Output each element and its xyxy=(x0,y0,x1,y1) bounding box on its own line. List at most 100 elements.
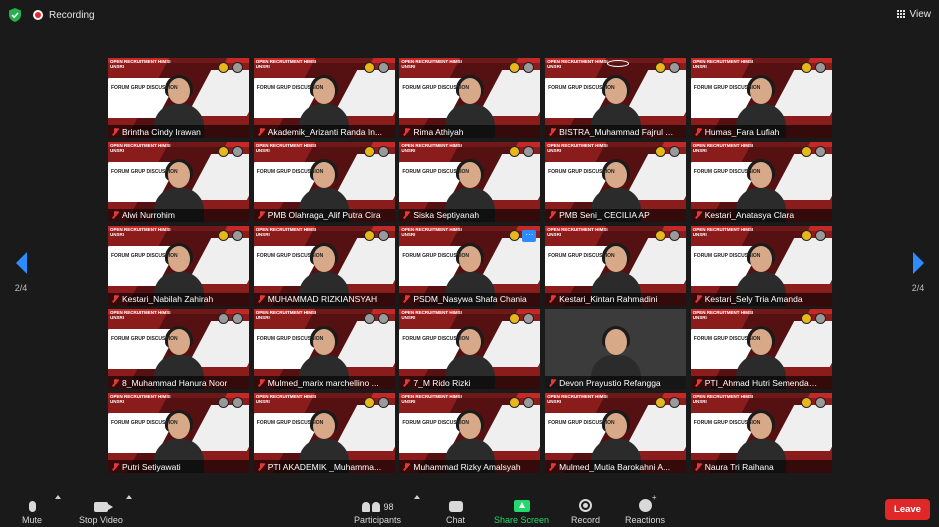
background-forum-text: FORUM GRUP DISCUSSION xyxy=(111,252,178,259)
participant-tile[interactable]: OPEN RECRUITMENT HIMSI UNSRI FORUM GRUP D… xyxy=(545,58,687,138)
background-header-text: OPEN RECRUITMENT HIMSI UNSRI xyxy=(255,310,317,321)
logo-icon xyxy=(655,397,667,409)
organization-logos xyxy=(655,229,681,241)
background-header-text: OPEN RECRUITMENT HIMSI UNSRI xyxy=(110,59,171,69)
organization-logos xyxy=(800,397,826,409)
participant-namebar: Brintha Cindy Irawan xyxy=(108,125,249,138)
reactions-button[interactable]: Reactions xyxy=(625,493,665,525)
participant-tile[interactable]: OPEN RECRUITMENT HIMSI UNSRI FORUM GRUP D… xyxy=(399,225,541,306)
background-forum-text: FORUM GRUP DISCUSSION xyxy=(548,252,615,259)
participant-tile[interactable]: OPEN RECRUITMENT HIMSI UNSRI FORUM GRUP D… xyxy=(253,309,395,390)
participant-tile[interactable]: OPEN RECRUITMENT HIMSI UNSRI FORUM GRUP D… xyxy=(690,393,832,474)
participant-tile[interactable]: OPEN RECRUITMENT HIMSI UNSRI FORUM GRUP D… xyxy=(690,309,832,390)
chat-button[interactable]: Chat xyxy=(446,496,465,525)
background-header-text: OPEN RECRUITMENT HIMSI UNSRI xyxy=(401,59,462,69)
background-forum-text: FORUM GRUP DISCUSSION xyxy=(693,252,761,259)
previous-page-button[interactable]: 2/4 xyxy=(11,252,31,293)
background-header-text: OPEN RECRUITMENT HIMSI UNSRI xyxy=(401,226,462,237)
share-screen-icon xyxy=(513,500,530,512)
logo-icon xyxy=(232,313,243,325)
participant-tile[interactable]: OPEN RECRUITMENT HIMSI UNSRI FORUM GRUP D… xyxy=(253,58,395,138)
participant-name: Humas_Fara Lufiah xyxy=(704,126,780,137)
participant-tile[interactable]: OPEN RECRUITMENT HIMSI UNSRI FORUM GRUP D… xyxy=(690,58,832,138)
participant-name: MUHAMMAD RIZKIANSYAH xyxy=(267,294,378,305)
participant-tile[interactable]: OPEN RECRUITMENT HIMSI UNSRI FORUM GRUP D… xyxy=(253,225,395,306)
background-forum-text: FORUM GRUP DISCUSSION xyxy=(693,336,761,343)
logo-icon xyxy=(509,145,521,157)
participants-icon xyxy=(361,502,380,512)
participant-tile[interactable]: OPEN RECRUITMENT HIMSI UNSRI FORUM GRUP D… xyxy=(108,225,249,306)
background-forum-text: FORUM GRUP DISCUSSION xyxy=(402,252,469,259)
view-label: View xyxy=(909,8,932,20)
next-page-button[interactable]: 2/4 xyxy=(908,252,928,293)
logo-icon xyxy=(814,397,826,409)
participants-button[interactable]: 98 Participants xyxy=(354,496,401,525)
logo-icon xyxy=(669,62,681,73)
participant-tile[interactable]: OPEN RECRUITMENT HIMSI UNSRI FORUM GRUP D… xyxy=(545,393,687,474)
view-button[interactable]: View xyxy=(896,6,932,22)
muted-mic-icon xyxy=(258,211,265,219)
participants-options-caret[interactable] xyxy=(414,495,420,499)
participant-tile[interactable]: OPEN RECRUITMENT HIMSI UNSRI FORUM GRUP D… xyxy=(253,393,395,474)
record-button[interactable]: Record xyxy=(571,496,600,525)
participant-name: Alwi Nurrohim xyxy=(122,210,175,221)
participant-tile[interactable]: OPEN RECRUITMENT HIMSI UNSRI FORUM GRUP D… xyxy=(399,309,541,390)
logo-icon xyxy=(669,229,681,241)
participant-tile[interactable]: OPEN RECRUITMENT HIMSI UNSRI FORUM GRUP D… xyxy=(545,141,687,222)
participant-tile[interactable]: OPEN RECRUITMENT HIMSI UNSRI FORUM GRUP D… xyxy=(690,225,832,306)
muted-mic-icon xyxy=(258,378,265,387)
mute-button[interactable]: Mute xyxy=(22,496,42,525)
background-forum-text: FORUM GRUP DISCUSSION xyxy=(256,420,324,427)
logo-icon xyxy=(800,145,812,157)
participant-tile[interactable]: OPEN RECRUITMENT HIMSI UNSRI FORUM GRUP D… xyxy=(690,141,832,222)
participant-tile[interactable]: OPEN RECRUITMENT HIMSI UNSRI FORUM GRUP D… xyxy=(108,309,249,390)
participant-name: Mulmed_marix marchellino ... xyxy=(267,377,379,388)
page-indicator-right: 2/4 xyxy=(911,283,925,293)
participant-tile[interactable]: OPEN RECRUITMENT HIMSI UNSRI FORUM GRUP D… xyxy=(399,58,541,138)
participant-tile[interactable]: OPEN RECRUITMENT HIMSI UNSRI FORUM GRUP D… xyxy=(545,225,687,306)
organization-logos xyxy=(509,397,535,409)
logo-icon xyxy=(509,397,521,409)
participant-tile[interactable]: OPEN RECRUITMENT HIMSI UNSRI FORUM GRUP D… xyxy=(108,393,249,474)
background-header-text: OPEN RECRUITMENT HIMSI UNSRI xyxy=(547,226,608,237)
stop-video-button[interactable]: Stop Video xyxy=(79,496,123,525)
logo-icon xyxy=(377,62,389,73)
stop-video-label: Stop Video xyxy=(79,515,123,525)
participant-namebar: MUHAMMAD RIZKIANSYAH xyxy=(253,292,395,306)
background-header-text: OPEN RECRUITMENT HIMSI UNSRI xyxy=(692,59,754,69)
participant-namebar: Siska Septiyanah xyxy=(399,208,541,222)
participant-tile[interactable]: OPEN RECRUITMENT HIMSI UNSRI FORUM GRUP D… xyxy=(399,141,541,222)
more-options-button[interactable]: ··· xyxy=(522,229,537,242)
background-header-text: OPEN RECRUITMENT HIMSI UNSRI xyxy=(401,142,462,153)
security-shield-icon[interactable] xyxy=(8,8,22,22)
participant-tile[interactable]: OPEN RECRUITMENT HIMSI UNSRI FORUM GRUP D… xyxy=(399,393,541,474)
logo-icon xyxy=(523,62,535,73)
participant-name: PMB Olahraga_Alif Putra Cira xyxy=(267,210,381,221)
grid-view-icon xyxy=(896,9,906,19)
organization-logos xyxy=(218,397,243,409)
background-forum-text: FORUM GRUP DISCUSSION xyxy=(111,85,178,91)
logo-icon xyxy=(363,62,375,73)
background-forum-text: FORUM GRUP DISCUSSION xyxy=(256,336,324,343)
participant-tile[interactable]: OPEN RECRUITMENT HIMSI UNSRI FORUM GRUP D… xyxy=(108,141,249,222)
logo-icon xyxy=(509,313,521,325)
logo-icon xyxy=(509,229,521,241)
audio-options-caret[interactable] xyxy=(55,495,61,499)
leave-button[interactable]: Leave xyxy=(885,499,930,520)
participant-name: Akademik_Arizanti Randa In... xyxy=(267,126,383,137)
share-screen-button[interactable]: Share Screen xyxy=(494,496,549,525)
background-header-text: OPEN RECRUITMENT HIMSI UNSRI xyxy=(255,142,317,153)
logo-icon xyxy=(655,229,667,241)
participant-tile[interactable]: OPEN RECRUITMENT HIMSI UNSRI FORUM GRUP D… xyxy=(108,58,249,138)
video-options-caret[interactable] xyxy=(126,495,132,499)
participant-tile[interactable]: Devon Prayustio Refangga xyxy=(545,309,687,390)
video-camera-icon xyxy=(93,502,113,512)
background-header-text: OPEN RECRUITMENT HIMSI UNSRI xyxy=(110,394,171,405)
logo-icon xyxy=(363,145,375,157)
logo-icon xyxy=(800,397,812,409)
recording-indicator[interactable]: Recording xyxy=(33,8,95,22)
participant-namebar: 7_M Rido Rizki xyxy=(399,376,541,390)
participant-tile[interactable]: OPEN RECRUITMENT HIMSI UNSRI FORUM GRUP D… xyxy=(253,141,395,222)
participant-namebar: PTI_Ahmad Hutri Semendaw... xyxy=(690,376,832,390)
participant-name: Brintha Cindy Irawan xyxy=(122,126,201,137)
